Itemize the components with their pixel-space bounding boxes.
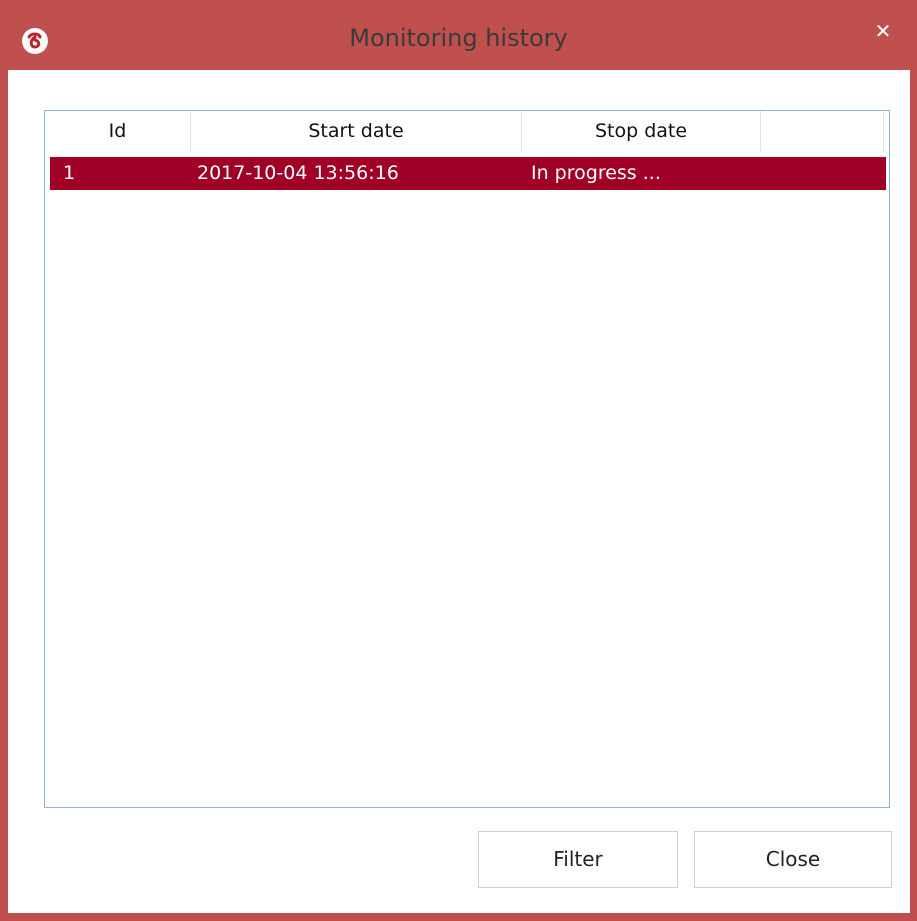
- title-bar[interactable]: Monitoring history ✕: [0, 0, 917, 70]
- list-header: Id Start date Stop date: [45, 111, 889, 151]
- history-list[interactable]: Id Start date Stop date 1 2017-10-04 13:…: [44, 110, 890, 808]
- cell-start-date: 2017-10-04 13:56:16: [197, 162, 399, 184]
- column-header-stop-date[interactable]: Stop date: [522, 111, 761, 151]
- table-row[interactable]: 1 2017-10-04 13:56:16 In progress ...: [50, 157, 886, 190]
- monitoring-history-window: Monitoring history ✕ Id Start date Stop …: [0, 0, 917, 921]
- cell-stop-date: In progress ...: [531, 162, 661, 184]
- filter-button[interactable]: Filter: [478, 831, 678, 888]
- column-header-id[interactable]: Id: [45, 111, 191, 151]
- dialog-body: Id Start date Stop date 1 2017-10-04 13:…: [8, 70, 910, 913]
- close-button[interactable]: Close: [694, 831, 892, 888]
- window-title: Monitoring history: [349, 24, 568, 52]
- cell-id: 1: [63, 162, 76, 184]
- column-header-filler: [761, 111, 884, 151]
- close-icon[interactable]: ✕: [855, 10, 911, 52]
- column-header-start-date[interactable]: Start date: [191, 111, 522, 151]
